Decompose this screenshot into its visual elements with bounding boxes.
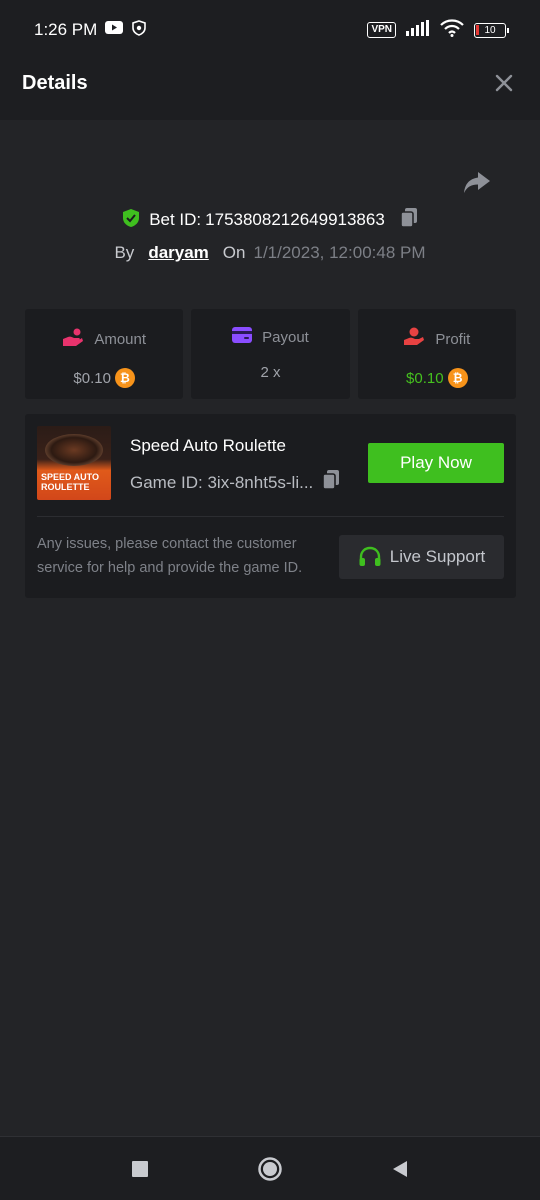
bet-id-label: Bet ID: — [149, 210, 202, 229]
username-link[interactable]: daryam — [148, 243, 208, 263]
stat-card-amount: Amount $0.10 ₿ — [25, 309, 184, 399]
bet-id-value: 1753808212649913863 — [205, 210, 385, 229]
bitcoin-coin-icon: ₿ — [447, 368, 468, 388]
live-support-label: Live Support — [389, 547, 486, 566]
youtube-icon — [105, 21, 124, 39]
copy-game-id-button[interactable] — [321, 469, 341, 496]
bet-id-row: Bet ID: 1753808212649913863 — [0, 205, 540, 235]
by-label: By — [114, 243, 135, 262]
help-text: Any issues, please contact the customer … — [37, 536, 303, 576]
share-button[interactable] — [460, 168, 494, 198]
system-nav-bar — [0, 1136, 540, 1200]
share-icon — [464, 172, 490, 193]
wifi-icon — [440, 18, 464, 42]
shield-badge-icon — [131, 19, 147, 41]
headset-icon — [359, 546, 381, 566]
bet-datetime: 1/1/2023, 12:00:48 PM — [253, 243, 426, 262]
game-thumbnail[interactable]: Speed Auto Roulette — [37, 426, 111, 500]
live-support-button[interactable]: Live Support — [339, 535, 504, 579]
stat-card-profit: Profit $0.10 ₿ — [357, 309, 516, 399]
verified-shield-icon — [121, 208, 141, 233]
close-button[interactable] — [490, 69, 518, 97]
home-button[interactable] — [255, 1154, 285, 1184]
signal-icon — [406, 19, 430, 41]
bet-author-row: By daryam On 1/1/2023, 12:00:48 PM — [0, 238, 540, 268]
vpn-badge: VPN — [367, 22, 396, 38]
battery-indicator: 10 — [474, 22, 509, 38]
stat-label: Profit — [435, 330, 471, 348]
recents-button[interactable] — [125, 1154, 155, 1184]
game-title: Speed Auto Roulette — [130, 436, 286, 455]
stat-value: 2 x — [260, 364, 281, 381]
play-now-button[interactable]: Play Now — [368, 443, 504, 483]
bitcoin-coin-icon: ₿ — [114, 368, 135, 388]
square-icon — [132, 1160, 148, 1177]
stat-label: Amount — [94, 330, 147, 348]
close-icon — [495, 74, 513, 92]
circle-icon — [258, 1156, 282, 1181]
page-title: Details — [22, 71, 88, 94]
stat-label: Payout — [262, 328, 309, 346]
back-button[interactable] — [385, 1154, 415, 1184]
stat-value: $0.10 — [406, 369, 444, 387]
back-triangle-icon — [393, 1160, 407, 1177]
status-time: 1:26 PM — [34, 20, 98, 39]
copy-icon — [322, 470, 340, 490]
on-label: On — [222, 243, 246, 262]
divider — [37, 516, 504, 517]
hand-coin-icon — [62, 327, 84, 351]
copy-icon — [399, 207, 417, 228]
details-header: Details — [0, 46, 540, 120]
wallet-card-icon — [232, 327, 253, 347]
game-thumbnail-text: Speed Auto Roulette — [41, 472, 100, 492]
hand-money-icon — [403, 327, 425, 351]
game-id-text: Game ID: 3ix-8nht5s-li... — [130, 472, 314, 492]
stat-card-payout: Payout 2 x — [191, 309, 350, 399]
bet-stats: Amount $0.10 ₿ Payout 2 x Profit $0.10 ₿ — [25, 309, 516, 399]
game-card: Speed Auto Roulette Speed Auto Roulette … — [25, 414, 516, 598]
copy-bet-id-button[interactable] — [399, 207, 419, 234]
game-id-row: Game ID: 3ix-8nht5s-li... — [130, 469, 341, 496]
roulette-wheel-image — [45, 434, 103, 466]
stat-value: $0.10 — [73, 369, 111, 387]
